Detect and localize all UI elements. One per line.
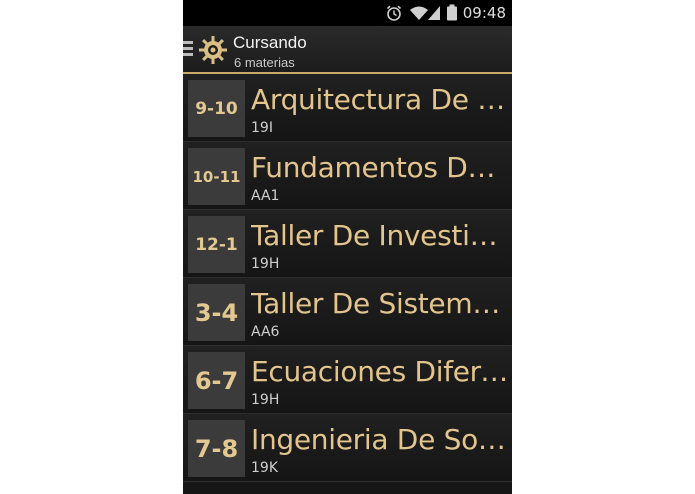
action-bar-subtitle: 6 materias	[234, 55, 295, 70]
course-room: AA6	[251, 324, 280, 340]
course-row-4[interactable]: 6-7 Ecuaciones Difere... 19H	[183, 346, 512, 414]
phone-screen: 09:48 Cursando 6 materias 9-10 Arquitect…	[183, 0, 512, 494]
signal-icon	[428, 6, 440, 20]
course-room: 19H	[251, 256, 280, 272]
course-row-2[interactable]: 12-1 Taller De Investiga... 19H	[183, 210, 512, 278]
course-name: Arquitectura De C...	[251, 83, 509, 116]
drawer-menu-icon[interactable]	[183, 41, 194, 56]
course-name: Fundamentos De...	[251, 151, 509, 184]
course-name: Taller De Investiga...	[251, 219, 509, 252]
course-row-3[interactable]: 3-4 Taller De Sistema... AA6	[183, 278, 512, 346]
course-hours-badge: 6-7	[188, 352, 245, 409]
course-room: 19H	[251, 392, 280, 408]
status-bar: 09:48	[183, 0, 512, 26]
course-row-5[interactable]: 7-8 Ingenieria De Soft... 19K	[183, 414, 512, 482]
course-room: 19K	[251, 460, 278, 476]
course-name: Ecuaciones Difere...	[251, 355, 509, 388]
course-room: 19I	[251, 120, 273, 136]
course-hours-badge: 9-10	[188, 80, 245, 137]
course-room: AA1	[251, 188, 280, 204]
course-list: 9-10 Arquitectura De C... 19I 10-11 Fund…	[183, 74, 512, 482]
course-hours-badge: 3-4	[188, 284, 245, 341]
app-logo-gear-icon[interactable]	[198, 35, 228, 65]
course-hours-badge: 12-1	[188, 216, 245, 273]
course-row-1[interactable]: 10-11 Fundamentos De... AA1	[183, 142, 512, 210]
course-row-0[interactable]: 9-10 Arquitectura De C... 19I	[183, 74, 512, 142]
course-hours-badge: 10-11	[188, 148, 245, 205]
course-name: Ingenieria De Soft...	[251, 423, 509, 456]
course-hours-badge: 7-8	[188, 420, 245, 477]
course-name: Taller De Sistema...	[251, 287, 509, 320]
alarm-icon	[386, 5, 402, 21]
battery-icon	[447, 4, 457, 21]
action-bar: Cursando 6 materias	[183, 26, 512, 74]
clock-time: 09:48	[462, 4, 506, 22]
action-bar-title: Cursando	[233, 33, 307, 52]
